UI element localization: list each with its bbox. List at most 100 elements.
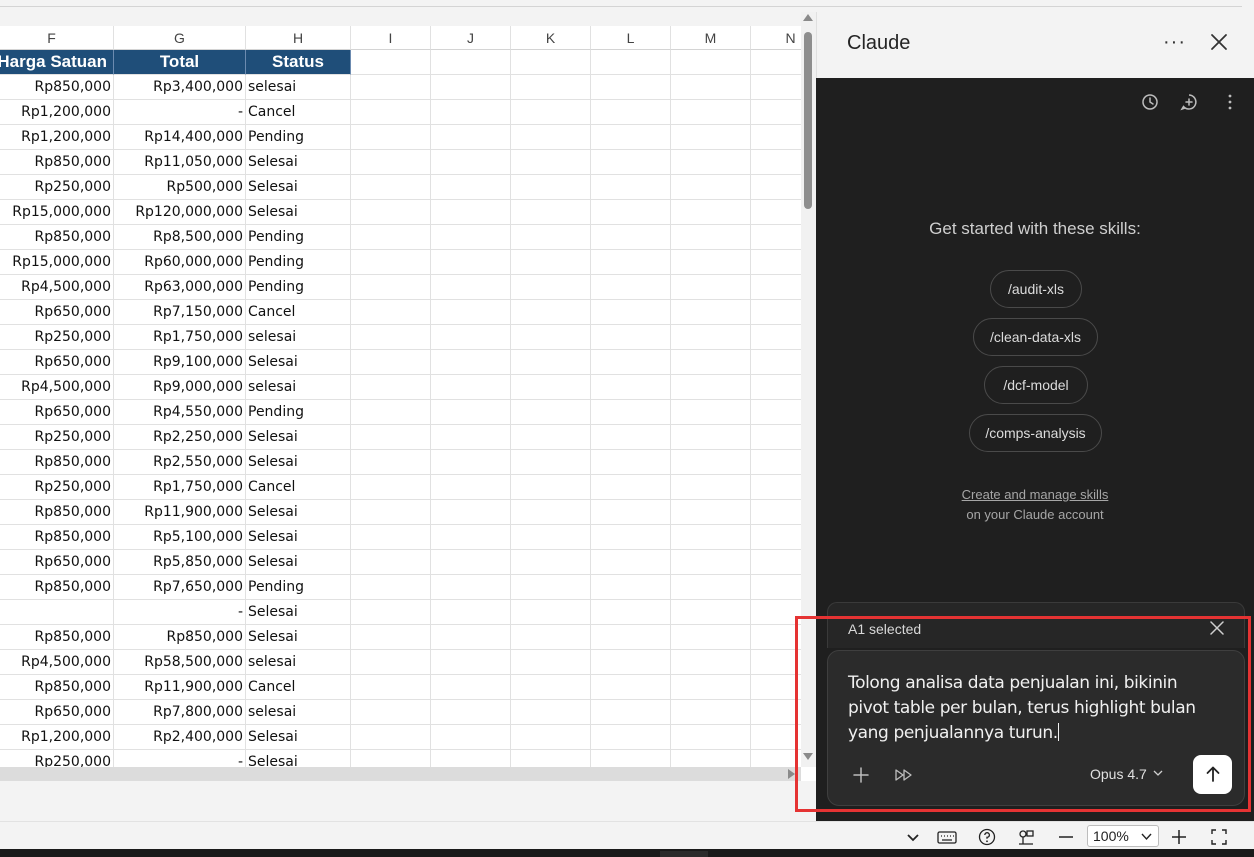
empty-cell[interactable]: [351, 650, 431, 675]
empty-cell[interactable]: [671, 425, 751, 450]
empty-cell[interactable]: [351, 425, 431, 450]
table-cell[interactable]: Rp850,000: [0, 625, 114, 650]
empty-cell[interactable]: [751, 325, 801, 350]
empty-cell[interactable]: [511, 750, 591, 767]
empty-cell[interactable]: [591, 750, 671, 767]
empty-cell[interactable]: [671, 375, 751, 400]
empty-cell[interactable]: [751, 100, 801, 125]
empty-cell[interactable]: [351, 350, 431, 375]
spreadsheet-grid[interactable]: FGHIJKLMN Harga Satuan Total Status Rp850,0…: [0, 26, 801, 767]
empty-cell[interactable]: [431, 425, 511, 450]
table-cell[interactable]: Selesai: [246, 175, 351, 200]
table-cell[interactable]: selesai: [246, 375, 351, 400]
empty-cell[interactable]: [591, 250, 671, 275]
table-cell[interactable]: Selesai: [246, 200, 351, 225]
empty-cell[interactable]: [751, 750, 801, 767]
empty-cell[interactable]: [591, 100, 671, 125]
empty-cell[interactable]: [671, 175, 751, 200]
empty-cell[interactable]: [431, 450, 511, 475]
empty-cell[interactable]: [751, 575, 801, 600]
empty-cell[interactable]: [751, 375, 801, 400]
empty-cell[interactable]: [671, 200, 751, 225]
empty-cell[interactable]: [671, 550, 751, 575]
table-cell[interactable]: Rp250,000: [0, 425, 114, 450]
table-cell[interactable]: Rp850,000: [0, 150, 114, 175]
empty-cell[interactable]: [511, 275, 591, 300]
empty-cell[interactable]: [751, 250, 801, 275]
table-cell[interactable]: Rp850,000: [0, 500, 114, 525]
empty-cell[interactable]: [751, 425, 801, 450]
empty-cell[interactable]: [511, 550, 591, 575]
empty-cell[interactable]: [591, 125, 671, 150]
empty-cell[interactable]: [591, 575, 671, 600]
table-cell[interactable]: Rp250,000: [0, 475, 114, 500]
empty-cell[interactable]: [351, 750, 431, 767]
empty-cell[interactable]: [671, 325, 751, 350]
table-cell[interactable]: Rp4,550,000: [114, 400, 246, 425]
empty-cell[interactable]: [351, 475, 431, 500]
empty-cell[interactable]: [751, 600, 801, 625]
empty-cell[interactable]: [351, 325, 431, 350]
accessibility-icon[interactable]: [1017, 828, 1035, 846]
empty-cell[interactable]: [751, 625, 801, 650]
empty-cell[interactable]: [351, 200, 431, 225]
table-cell[interactable]: Rp4,500,000: [0, 650, 114, 675]
table-cell[interactable]: Rp58,500,000: [114, 650, 246, 675]
empty-cell[interactable]: [511, 250, 591, 275]
empty-cell[interactable]: [511, 350, 591, 375]
table-cell[interactable]: Selesai: [246, 750, 351, 767]
table-cell[interactable]: Selesai: [246, 600, 351, 625]
scroll-right-arrow-icon[interactable]: [788, 769, 795, 779]
table-cell[interactable]: Rp2,250,000: [114, 425, 246, 450]
empty-cell[interactable]: [431, 375, 511, 400]
empty-cell[interactable]: [591, 425, 671, 450]
column-header-i[interactable]: I: [351, 26, 431, 50]
empty-cell[interactable]: [671, 125, 751, 150]
empty-cell[interactable]: [671, 700, 751, 725]
empty-cell[interactable]: [351, 525, 431, 550]
empty-cell[interactable]: [751, 225, 801, 250]
empty-cell[interactable]: [671, 150, 751, 175]
column-header-h[interactable]: H: [246, 26, 351, 50]
header-cell[interactable]: Total: [114, 50, 246, 75]
empty-cell[interactable]: [511, 125, 591, 150]
table-cell[interactable]: Rp1,200,000: [0, 725, 114, 750]
empty-cell[interactable]: [671, 475, 751, 500]
empty-cell[interactable]: [431, 350, 511, 375]
message-composer[interactable]: Tolong analisa data penjualan ini, bikin…: [827, 650, 1245, 806]
empty-cell[interactable]: [431, 75, 511, 100]
table-cell[interactable]: Rp7,650,000: [114, 575, 246, 600]
empty-cell[interactable]: [431, 325, 511, 350]
empty-cell[interactable]: [511, 325, 591, 350]
empty-cell[interactable]: [351, 100, 431, 125]
table-cell[interactable]: Rp1,750,000: [114, 475, 246, 500]
empty-cell[interactable]: [351, 375, 431, 400]
table-cell[interactable]: Selesai: [246, 150, 351, 175]
empty-cell[interactable]: [671, 575, 751, 600]
table-cell[interactable]: Rp15,000,000: [0, 250, 114, 275]
empty-cell[interactable]: [351, 400, 431, 425]
empty-cell[interactable]: [511, 500, 591, 525]
table-cell[interactable]: Cancel: [246, 475, 351, 500]
skill-chip-comps-analysis[interactable]: /comps-analysis: [969, 414, 1102, 452]
empty-cell[interactable]: [511, 375, 591, 400]
empty-cell[interactable]: [751, 700, 801, 725]
empty-cell[interactable]: [511, 75, 591, 100]
empty-cell[interactable]: [431, 725, 511, 750]
table-cell[interactable]: -: [114, 100, 246, 125]
table-cell[interactable]: Rp120,000,000: [114, 200, 246, 225]
table-cell[interactable]: Rp4,500,000: [0, 275, 114, 300]
empty-cell[interactable]: [431, 750, 511, 767]
empty-cell[interactable]: [671, 675, 751, 700]
table-cell[interactable]: Cancel: [246, 100, 351, 125]
table-cell[interactable]: Pending: [246, 250, 351, 275]
empty-cell[interactable]: [751, 300, 801, 325]
empty-cell[interactable]: [431, 700, 511, 725]
empty-cell[interactable]: [511, 725, 591, 750]
empty-cell[interactable]: [591, 275, 671, 300]
empty-cell[interactable]: [351, 575, 431, 600]
empty-cell[interactable]: [591, 525, 671, 550]
scroll-up-arrow-icon[interactable]: [803, 14, 813, 21]
empty-cell[interactable]: [591, 700, 671, 725]
vertical-scrollbar[interactable]: [801, 12, 816, 767]
